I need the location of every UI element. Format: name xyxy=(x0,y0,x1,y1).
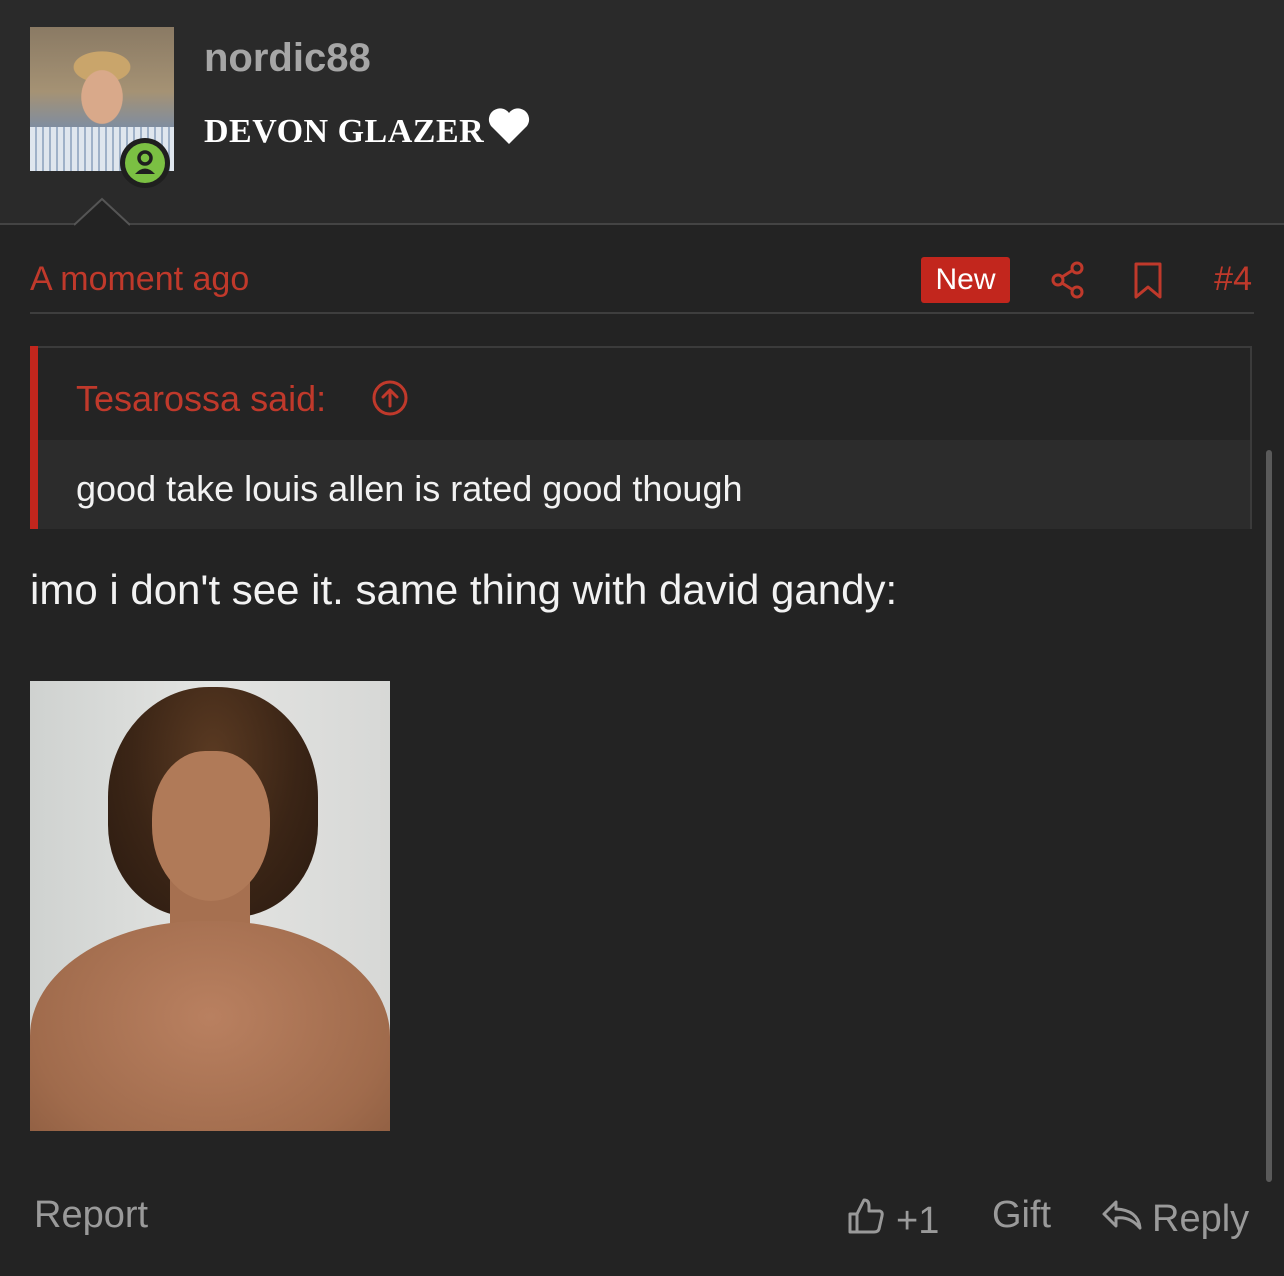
photo-torso xyxy=(30,921,390,1131)
user-title-text: DEVON GLAZER xyxy=(204,113,485,150)
username[interactable]: nordic88 xyxy=(204,36,371,81)
online-user-icon xyxy=(125,143,165,183)
quote-header: Tesarossa said: xyxy=(38,348,1250,440)
quote-accent-bar xyxy=(30,346,38,529)
quote-content: good take louis allen is rated good thou… xyxy=(38,440,1250,529)
like-button[interactable]: +1 xyxy=(846,1196,939,1246)
bookmark-icon[interactable] xyxy=(1133,261,1163,306)
online-status-badge xyxy=(120,138,170,188)
post-meta-bar: A moment ago New #4 xyxy=(30,257,1252,314)
user-title: DEVON GLAZER xyxy=(204,106,532,155)
quote-text: good take louis allen is rated good thou… xyxy=(76,468,743,509)
meta-divider xyxy=(30,312,1254,314)
reply-arrow-icon xyxy=(1100,1194,1144,1244)
new-badge: New xyxy=(921,257,1010,303)
photo-face xyxy=(152,751,270,901)
post-message: imo i don't see it. same thing with davi… xyxy=(30,566,898,613)
thumbs-up-icon xyxy=(846,1196,886,1246)
post-author-header: nordic88 DEVON GLAZER xyxy=(0,0,1284,224)
post-timestamp[interactable]: A moment ago xyxy=(30,260,249,299)
author-pointer-notch xyxy=(74,197,130,226)
arrow-up-circle-icon[interactable] xyxy=(370,378,410,423)
report-button[interactable]: Report xyxy=(34,1194,148,1237)
post-number-link[interactable]: #4 xyxy=(1214,260,1252,299)
header-divider xyxy=(0,223,1284,225)
gift-button[interactable]: Gift xyxy=(992,1194,1051,1237)
quote-block: Tesarossa said: good take louis allen is… xyxy=(30,346,1252,529)
reply-button[interactable]: Reply xyxy=(1100,1194,1249,1244)
reply-label: Reply xyxy=(1152,1197,1250,1240)
post-attached-photo[interactable] xyxy=(30,681,390,1131)
quote-author-link[interactable]: Tesarossa said: xyxy=(76,378,326,420)
share-icon[interactable] xyxy=(1050,260,1086,305)
like-count: +1 xyxy=(896,1199,940,1242)
white-heart-icon xyxy=(486,106,532,155)
scrollbar[interactable] xyxy=(1266,450,1272,1182)
